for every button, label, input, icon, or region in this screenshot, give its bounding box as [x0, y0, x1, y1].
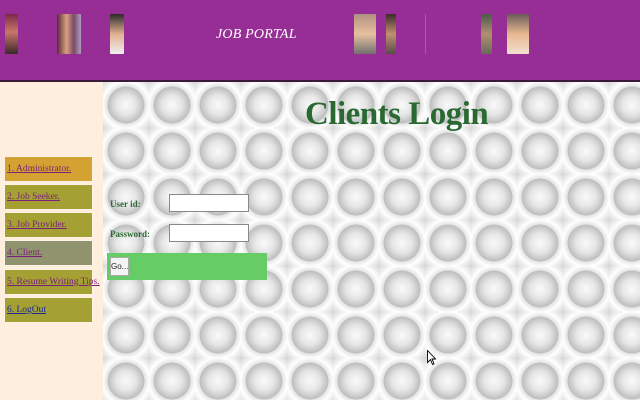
header-photo-3 [110, 14, 124, 54]
sidebar-item-job-provider[interactable]: 3. Job Provider. [4, 212, 93, 238]
header-photo-1 [5, 14, 18, 54]
password-input[interactable] [169, 224, 249, 242]
go-button[interactable]: Go... [110, 257, 129, 276]
page-title: Clients Login [305, 96, 489, 132]
submit-row [107, 253, 267, 280]
header-photo-7 [507, 14, 529, 54]
sidebar-item-label[interactable]: 1. Administrator. [7, 164, 71, 174]
sidebar-nav: 1. Administrator. 2. Job Seeker. 3. Job … [0, 82, 103, 400]
sidebar-item-label[interactable]: 6. LogOut [7, 305, 46, 315]
portal-title: JOB PORTAL [216, 27, 297, 42]
sidebar-item-logout[interactable]: 6. LogOut [4, 297, 93, 323]
sidebar-item-administrator[interactable]: 1. Administrator. [4, 156, 93, 182]
user-id-label: User id: [110, 199, 141, 209]
mouse-cursor-icon [427, 350, 436, 366]
sidebar-item-resume-tips[interactable]: 5. Resume Writing Tips. [4, 269, 100, 295]
header-photo-4 [354, 14, 376, 54]
user-id-input[interactable] [169, 194, 249, 212]
header-banner: JOB PORTAL [0, 0, 640, 82]
sidebar-item-job-seeker[interactable]: 2. Job Seeker. [4, 184, 93, 210]
sidebar-item-label[interactable]: 5. Resume Writing Tips. [7, 277, 100, 287]
header-photo-6 [481, 14, 492, 54]
sidebar-item-label[interactable]: 3. Job Provider. [7, 220, 67, 230]
header-divider [425, 14, 426, 54]
header-photo-5 [386, 14, 396, 54]
sidebar-item-label[interactable]: 4. Client. [7, 248, 42, 258]
header-photo-2 [57, 14, 81, 54]
sidebar-item-client[interactable]: 4. Client. [4, 240, 93, 266]
sidebar-item-label[interactable]: 2. Job Seeker. [7, 192, 60, 202]
password-label: Password: [110, 229, 150, 239]
